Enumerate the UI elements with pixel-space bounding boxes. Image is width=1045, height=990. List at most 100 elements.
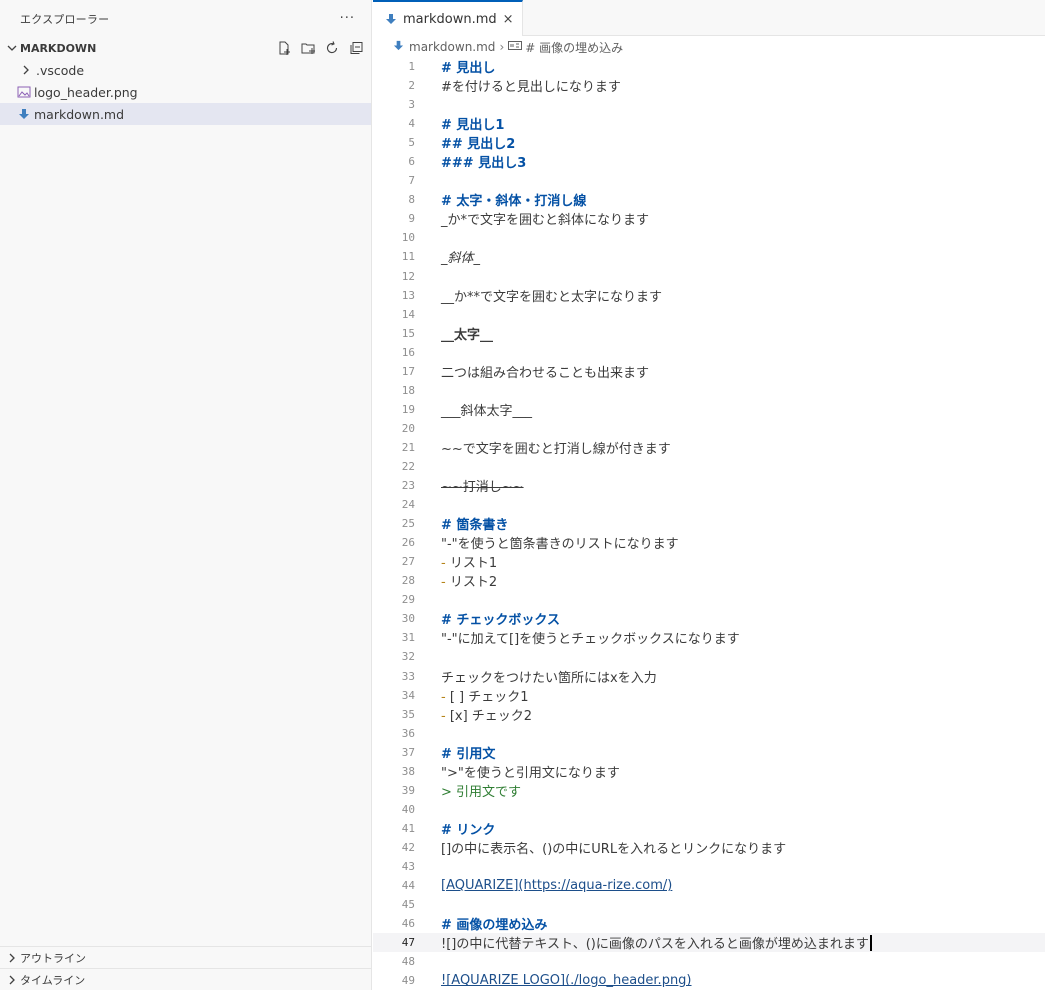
code-text: ~~打消し~~ <box>441 480 524 496</box>
code-line[interactable]: 4 # 見出し1 <box>373 114 1045 133</box>
code-line[interactable]: 8 # 太字・斜体・打消し線 <box>373 190 1045 209</box>
line-number: 15 <box>401 326 415 340</box>
line-number: 24 <box>401 498 415 512</box>
code-text: ![AQUARIZE LOGO](./logo_header.png) <box>441 973 692 989</box>
list-text: リスト1 <box>449 556 498 572</box>
panel-timeline[interactable]: タイムライン <box>0 968 371 990</box>
new-file-icon[interactable] <box>275 39 293 57</box>
code-text: ![]の中に代替テキスト、()に画像のパスを入れると画像が埋め込まれます <box>441 937 869 953</box>
panel-outline[interactable]: アウトライン <box>0 946 371 968</box>
collapse-all-icon[interactable] <box>347 39 365 57</box>
line-number: 34 <box>401 688 415 702</box>
code-line[interactable]: 1 # 見出し <box>373 57 1045 76</box>
code-line[interactable]: 34 - [ ] チェック1 <box>373 686 1045 705</box>
list-marker: - <box>441 575 450 591</box>
code-line[interactable]: 21 ~~で文字を囲むと打消し線が付きます <box>373 438 1045 457</box>
refresh-icon[interactable] <box>323 39 341 57</box>
code-line[interactable]: 5 ## 見出し2 <box>373 133 1045 152</box>
line-number: 42 <box>401 840 415 854</box>
code-line[interactable]: 18 <box>373 381 1045 400</box>
code-line[interactable]: 11 _斜体_ <box>373 247 1045 266</box>
code-line[interactable]: 36 <box>373 724 1045 743</box>
code-line[interactable]: 2 #を付けると見出しになります <box>373 76 1045 95</box>
code-text: ### 見出し3 <box>441 156 527 172</box>
code-line[interactable]: 44 [AQUARIZE](https://aqua-rize.com/) <box>373 876 1045 895</box>
code-line[interactable]: 12 <box>373 267 1045 286</box>
code-line[interactable]: 20 <box>373 419 1045 438</box>
code-line[interactable]: 10 <box>373 228 1045 247</box>
close-icon[interactable]: × <box>503 12 514 27</box>
code-line[interactable]: 33 チェックをつけたい箇所にはxを入力 <box>373 667 1045 686</box>
code-line[interactable]: 32 <box>373 647 1045 666</box>
line-number: 28 <box>401 574 415 588</box>
markdown-file-icon <box>393 40 404 54</box>
line-number: 11 <box>401 250 415 264</box>
list-text: [ ] チェック1 <box>449 689 529 705</box>
line-number: 36 <box>401 726 415 740</box>
code-line[interactable]: 3 <box>373 95 1045 114</box>
new-folder-icon[interactable] <box>299 39 317 57</box>
code-line[interactable]: 43 <box>373 857 1045 876</box>
panel-timeline-label: タイムライン <box>20 973 86 987</box>
line-number: 48 <box>401 955 415 969</box>
code-line[interactable]: 16 <box>373 343 1045 362</box>
code-line[interactable]: 29 <box>373 590 1045 609</box>
code-line[interactable]: 42 []の中に表示名、()の中にURLを入れるとリンクになります <box>373 838 1045 857</box>
code-line[interactable]: 46 # 画像の埋め込み <box>373 914 1045 933</box>
code-line[interactable]: 40 <box>373 800 1045 819</box>
code-line[interactable]: 48 <box>373 952 1045 971</box>
explorer-header: エクスプローラー ··· <box>0 0 371 37</box>
code-line[interactable]: 31 "-"に加えて[]を使うとチェックボックスになります <box>373 628 1045 647</box>
code-line[interactable]: 27 - リスト1 <box>373 552 1045 571</box>
code-line[interactable]: 30 # チェックボックス <box>373 609 1045 628</box>
code-line[interactable]: 47 ![]の中に代替テキスト、()に画像のパスを入れると画像が埋め込まれます <box>373 933 1045 953</box>
line-number: 8 <box>408 193 415 207</box>
code-line[interactable]: 22 <box>373 457 1045 476</box>
code-line[interactable]: 41 # リンク <box>373 819 1045 838</box>
code-line[interactable]: 17 二つは組み合わせることも出来ます <box>373 362 1045 381</box>
code-text: # チェックボックス <box>441 613 561 629</box>
code-text: __太字__ <box>441 327 494 343</box>
image-file-icon <box>16 84 32 100</box>
tab-bar: markdown.md × <box>373 0 1045 36</box>
folder-header[interactable]: MARKDOWN <box>0 37 371 59</box>
code-line[interactable]: 19 ___斜体太字___ <box>373 400 1045 419</box>
code-line[interactable]: 35 - [x] チェック2 <box>373 705 1045 724</box>
code-line[interactable]: 38 ">"を使うと引用文になります <box>373 762 1045 781</box>
line-number: 38 <box>401 764 415 778</box>
code-lines[interactable]: 1 # 見出し 2 #を付けると見出しになります 3 4 # 見出し1 5 ## 見出し2 6 ##… <box>373 57 1045 990</box>
code-line[interactable]: 28 - リスト2 <box>373 571 1045 590</box>
list-text: リスト2 <box>449 575 498 591</box>
code-line[interactable]: 13 __か**で文字を囲むと太字になります <box>373 286 1045 305</box>
code-line[interactable]: 37 # 引用文 <box>373 743 1045 762</box>
line-number: 35 <box>401 707 415 721</box>
breadcrumb-file[interactable]: markdown.md <box>409 40 495 54</box>
code-line[interactable]: 45 <box>373 895 1045 914</box>
line-number: 29 <box>401 593 415 607</box>
tree-item-logo-header[interactable]: logo_header.png <box>0 81 371 103</box>
line-number: 9 <box>408 212 415 226</box>
list-marker: - <box>441 708 450 724</box>
editor-area: markdown.md × markdown.md › # 画像の埋め込み 1 #… <box>373 0 1045 990</box>
code-text: __か**で文字を囲むと太字になります <box>441 289 663 305</box>
tab-markdown[interactable]: markdown.md × <box>373 0 523 36</box>
code-text: # リンク <box>441 822 496 838</box>
code-line[interactable]: 49 ![AQUARIZE LOGO](./logo_header.png) <box>373 971 1045 990</box>
code-line[interactable]: 39 > 引用文です <box>373 781 1045 800</box>
tree-item-markdown[interactable]: markdown.md <box>0 103 371 125</box>
line-number: 7 <box>408 174 415 188</box>
breadcrumb-symbol[interactable]: # 画像の埋め込み <box>525 39 623 56</box>
code-line[interactable]: 7 <box>373 171 1045 190</box>
markdown-file-icon <box>16 106 32 122</box>
code-line[interactable]: 26 "-"を使うと箇条書きのリストになります <box>373 533 1045 552</box>
code-line[interactable]: 15 __太字__ <box>373 324 1045 343</box>
code-text: 二つは組み合わせることも出来ます <box>441 365 650 381</box>
code-line[interactable]: 9 _か*で文字を囲むと斜体になります <box>373 209 1045 228</box>
tree-item-vscode[interactable]: .vscode <box>0 59 371 81</box>
code-line[interactable]: 25 # 箇条書き <box>373 514 1045 533</box>
code-line[interactable]: 14 <box>373 305 1045 324</box>
code-line[interactable]: 23 ~~打消し~~ <box>373 476 1045 495</box>
code-line[interactable]: 24 <box>373 495 1045 514</box>
more-actions-icon[interactable]: ··· <box>340 11 355 26</box>
code-line[interactable]: 6 ### 見出し3 <box>373 152 1045 171</box>
